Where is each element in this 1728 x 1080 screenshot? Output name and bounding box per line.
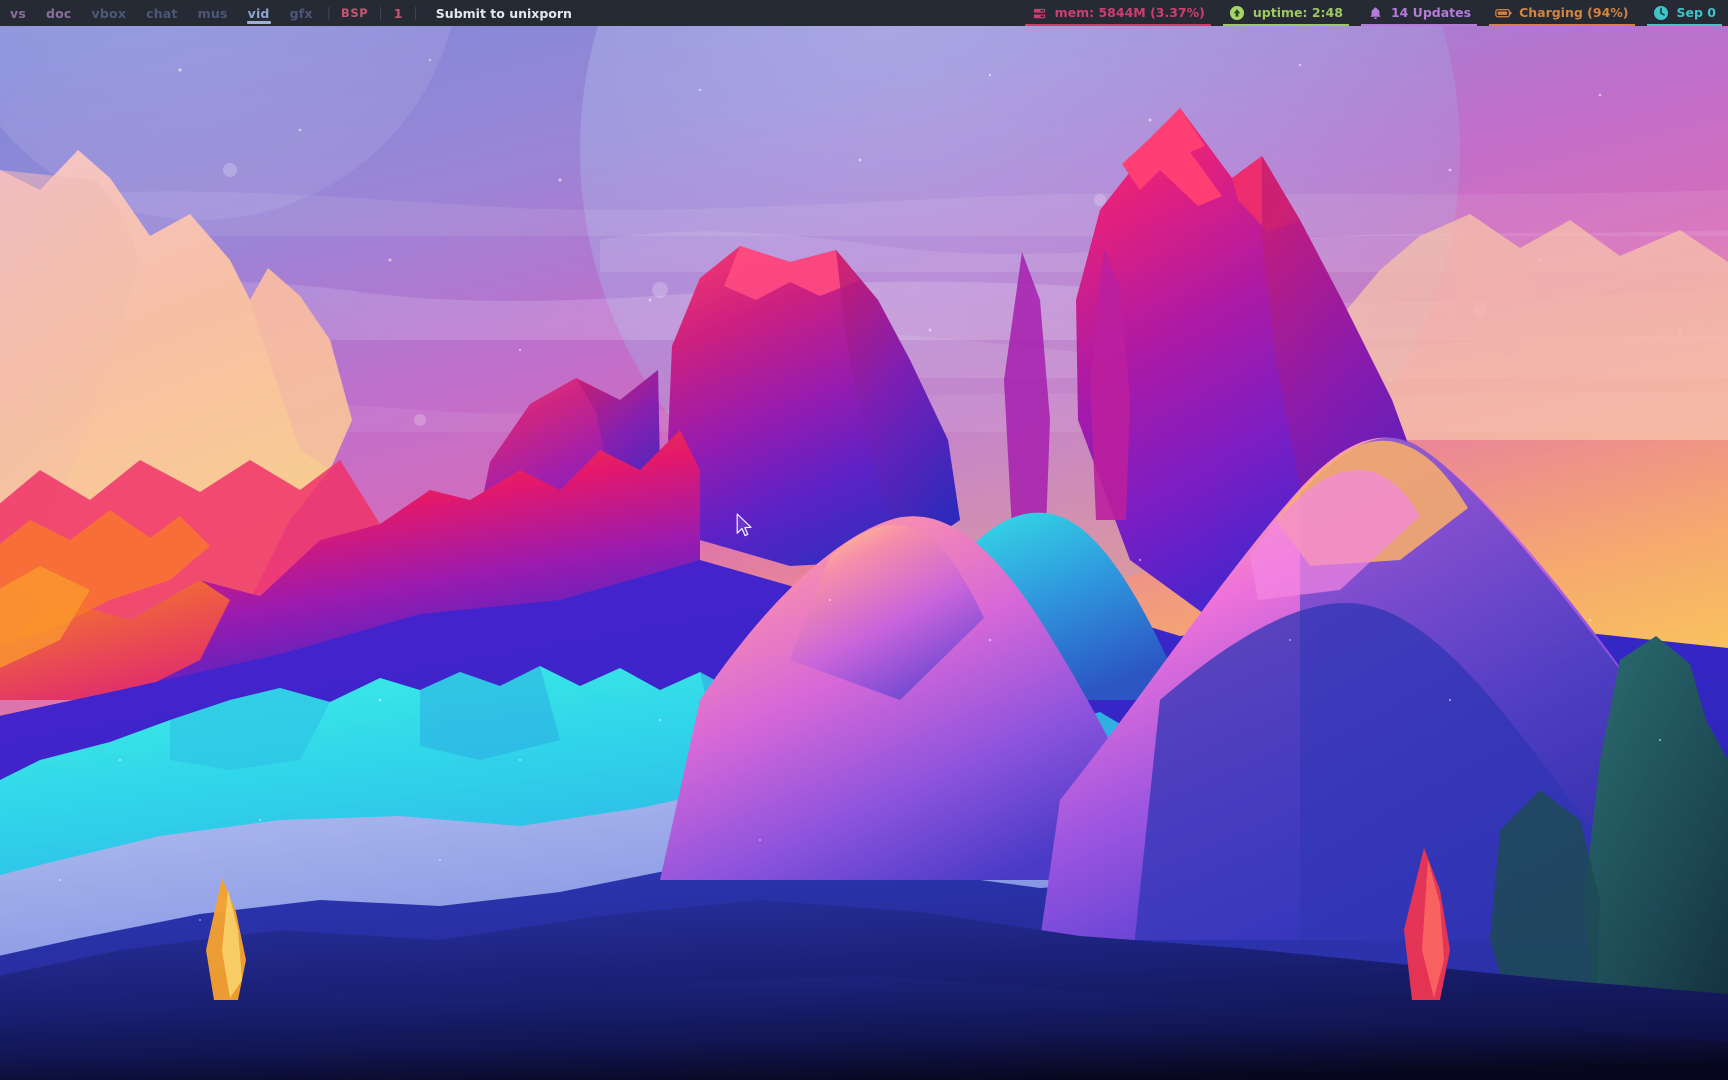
workspace-tag-label: mus xyxy=(197,5,228,21)
status-module-uptime[interactable]: uptime: 2:48 xyxy=(1217,0,1355,26)
battery-label: Charging (94%) xyxy=(1519,4,1629,20)
workspace-number[interactable]: 1 xyxy=(387,0,410,26)
workspace-tag-label: vid xyxy=(247,5,270,21)
bar-separator-3: | xyxy=(409,0,421,26)
workspace-tag-chat[interactable]: chat xyxy=(136,0,188,26)
status-bar-left: vs doc vbox chat mus vid gfx | BSP | 1 |… xyxy=(0,0,582,26)
bar-separator-1: | xyxy=(323,0,335,26)
window-title-label: Submit to unixporn xyxy=(435,5,572,21)
layout-mode-label: BSP xyxy=(341,6,369,20)
memory-icon xyxy=(1031,5,1048,22)
separator-glyph: | xyxy=(326,5,332,21)
updates-label: 14 Updates xyxy=(1390,4,1472,20)
datetime-label: Sep 0 xyxy=(1676,4,1716,20)
workspace-tag-mus[interactable]: mus xyxy=(188,0,238,26)
desktop-wallpaper xyxy=(0,0,1728,1080)
battery-icon xyxy=(1495,5,1512,22)
layout-mode-indicator[interactable]: BSP xyxy=(335,0,374,26)
clock-icon xyxy=(1653,5,1670,22)
arrow-up-circle-icon xyxy=(1229,5,1246,22)
status-module-datetime[interactable]: Sep 0 xyxy=(1641,0,1728,26)
separator-glyph: | xyxy=(378,5,383,21)
separator-glyph: | xyxy=(413,5,418,21)
workspace-tag-label: gfx xyxy=(289,5,313,21)
workspace-tag-label: vbox xyxy=(91,5,127,21)
bell-icon xyxy=(1367,5,1384,22)
bar-separator-2: | xyxy=(374,0,386,26)
workspace-tag-0[interactable]: vs xyxy=(0,0,36,26)
workspace-tag-vid[interactable]: vid xyxy=(238,0,280,26)
workspace-tag-label: chat xyxy=(146,5,178,21)
workspace-tag-doc[interactable]: doc xyxy=(36,0,82,26)
workspace-tag-gfx[interactable]: gfx xyxy=(280,0,323,26)
uptime-label: uptime: 2:48 xyxy=(1252,4,1343,20)
desktop-screen: vs doc vbox chat mus vid gfx | BSP | 1 |… xyxy=(0,0,1728,1080)
workspace-tag-label: doc xyxy=(46,5,72,21)
memory-label: mem: 5844M (3.37%) xyxy=(1054,4,1205,20)
workspace-number-label: 1 xyxy=(393,5,403,21)
status-module-battery[interactable]: Charging (94%) xyxy=(1483,0,1640,26)
workspace-tag-label: vs xyxy=(10,5,26,21)
status-bar: vs doc vbox chat mus vid gfx | BSP | 1 |… xyxy=(0,0,1728,26)
workspace-tag-vbox[interactable]: vbox xyxy=(82,0,137,26)
status-module-updates[interactable]: 14 Updates xyxy=(1355,0,1483,26)
status-module-memory[interactable]: mem: 5844M (3.37%) xyxy=(1019,0,1217,26)
window-title: Submit to unixporn xyxy=(422,0,582,26)
status-bar-right: mem: 5844M (3.37%) uptime: 2:48 14 Updat… xyxy=(1019,0,1728,26)
